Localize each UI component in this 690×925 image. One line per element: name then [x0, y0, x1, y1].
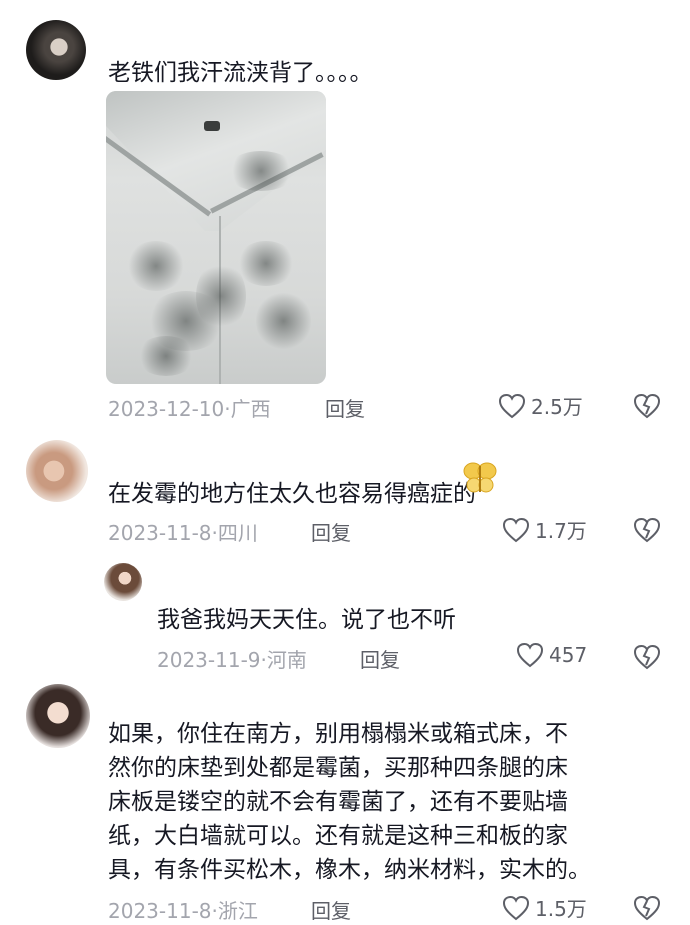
comment-meta: 2023-11-8·四川 — [108, 517, 258, 546]
reply-button[interactable]: 回复 — [311, 517, 351, 546]
comment-line: 纸，大白墙就可以。还有就是这种三和板的家 — [108, 823, 568, 849]
comment-location: 广西 — [230, 397, 271, 421]
reply-text: 我爸我妈天天住。说了也不听 — [157, 607, 456, 633]
like-button[interactable]: 1.7万 — [502, 515, 587, 544]
like-button[interactable]: 2.5万 — [498, 391, 583, 420]
comment-meta: 2023-11-8·浙江 — [108, 895, 258, 924]
comment-line: 然你的床垫到处都是霉菌，买那种四条腿的床 — [108, 755, 568, 781]
avatar[interactable] — [26, 20, 86, 80]
heart-outline-icon — [502, 895, 530, 921]
broken-heart-icon — [633, 895, 661, 921]
dislike-button[interactable] — [633, 517, 661, 543]
heart-outline-icon — [502, 517, 530, 543]
comment-date: 2023-12-10 — [108, 397, 225, 421]
comment-photo[interactable] — [106, 91, 326, 384]
comment-text: 在发霉的地方住太久也容易得癌症的 — [108, 481, 476, 507]
reply-button[interactable]: 回复 — [360, 644, 400, 673]
heart-outline-icon — [498, 393, 526, 419]
comment-line: 如果，你住在南方，别用榻榻米或箱式床，不 — [108, 721, 568, 747]
comment-line: 具，有条件买松木，橡木，纳米材料，实木的。 — [108, 857, 591, 883]
comment-meta: 2023-11-9·河南 — [157, 644, 307, 673]
avatar[interactable] — [26, 684, 90, 748]
broken-heart-icon — [633, 644, 661, 670]
dislike-button[interactable] — [633, 393, 661, 419]
comment-location: 浙江 — [217, 899, 258, 923]
like-count: 457 — [549, 643, 588, 667]
comment-date: 2023-11-9 — [157, 648, 261, 672]
comment-date: 2023-11-8 — [108, 521, 212, 545]
comment-text: 老铁们我汗流浃背了。。。。 — [108, 60, 373, 86]
comment-line: 床板是镂空的就不会有霉菌了，还有不要贴墙 — [108, 789, 568, 815]
reply-button[interactable]: 回复 — [325, 393, 365, 422]
dislike-button[interactable] — [633, 895, 661, 921]
avatar[interactable] — [26, 440, 88, 502]
broken-heart-icon — [633, 517, 661, 543]
reply-avatar[interactable] — [104, 563, 142, 601]
butterfly-sticker-icon — [460, 458, 500, 498]
heart-outline-icon — [516, 642, 544, 668]
comment-text: 如果，你住在南方，别用榻榻米或箱式床，不 然你的床垫到处都是霉菌，买那种四条腿的… — [108, 717, 591, 887]
like-button[interactable]: 457 — [516, 642, 587, 668]
like-count: 2.5万 — [531, 395, 583, 419]
reply-button[interactable]: 回复 — [311, 895, 351, 924]
comment-meta: 2023-12-10·广西 — [108, 393, 271, 422]
like-button[interactable]: 1.5万 — [502, 893, 587, 922]
broken-heart-icon — [633, 393, 661, 419]
dislike-button[interactable] — [633, 644, 661, 670]
like-count: 1.5万 — [535, 897, 587, 921]
comment-date: 2023-11-8 — [108, 899, 212, 923]
like-count: 1.7万 — [535, 519, 587, 543]
comment-location: 四川 — [217, 521, 258, 545]
comment-location: 河南 — [266, 648, 307, 672]
